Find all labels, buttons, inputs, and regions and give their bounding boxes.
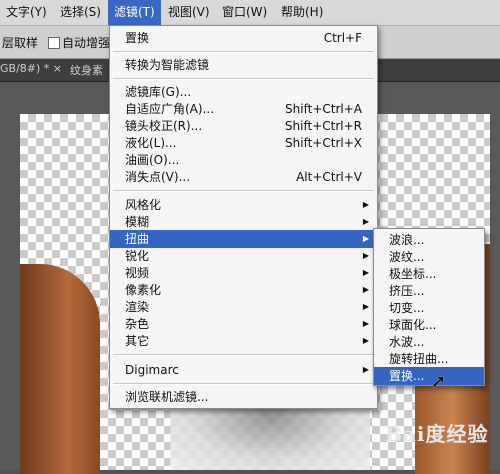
menu-item-label: 滤镜库(G)... [125, 85, 192, 99]
submenu-arrow-icon: ▶ [362, 234, 369, 243]
menu-view[interactable]: 视图(V) [162, 0, 216, 25]
menu-item-other[interactable]: 其它 ▶ [110, 332, 377, 350]
submenu-item-wave[interactable]: 波浪... [374, 231, 484, 249]
menu-item-lens-correction[interactable]: 镜头校正(R)... Shift+Ctrl+R [110, 117, 377, 135]
sample-layers-label[interactable]: 层取样 [2, 34, 38, 51]
menu-item-label: 镜头校正(R)... [125, 119, 203, 133]
menu-item-shortcut: Alt+Ctrl+V [296, 170, 362, 184]
menu-item-stylize[interactable]: 风格化 ▶ [110, 196, 377, 214]
menu-item-label: 自适应广角(A)... [125, 102, 215, 116]
menu-item-label: 风格化 [125, 198, 162, 212]
submenu-item-label: 水波... [389, 335, 425, 349]
submenu-arrow-icon: ▶ [362, 251, 369, 260]
menu-item-label: Digimarc [125, 363, 179, 377]
menu-item-shortcut: Shift+Ctrl+A [285, 102, 362, 116]
submenu-item-label: 波浪... [389, 233, 425, 247]
menu-item-label: 模糊 [125, 215, 150, 229]
menu-item-render[interactable]: 渲染 ▶ [110, 298, 377, 316]
arm-image-left [20, 264, 100, 474]
submenu-item-spherize[interactable]: 球面化... [374, 316, 484, 334]
menu-item-liquify[interactable]: 液化(L)... Shift+Ctrl+X [110, 134, 377, 152]
submenu-arrow-icon: ▶ [362, 268, 369, 277]
submenu-item-label: 极坐标... [389, 267, 437, 281]
submenu-arrow-icon: ▶ [362, 200, 369, 209]
menu-item-label: 杂色 [125, 317, 150, 331]
submenu-item-ripple[interactable]: 波纹... [374, 248, 484, 266]
menu-item-label: 液化(L)... [125, 136, 177, 150]
auto-enhance-checkbox[interactable] [48, 37, 60, 49]
menu-item-label: 消失点(V)... [125, 170, 191, 184]
submenu-item-polar-coordinates[interactable]: 极坐标... [374, 265, 484, 283]
submenu-arrow-icon: ▶ [362, 217, 369, 226]
menu-item-vanishing-point[interactable]: 消失点(V)... Alt+Ctrl+V [110, 168, 377, 186]
menu-item-label: 油画(O)... [125, 153, 180, 167]
submenu-item-shear[interactable]: 切变... [374, 299, 484, 317]
menubar: 文字(Y) 选择(S) 滤镜(T) 视图(V) 窗口(W) 帮助(H) [0, 0, 500, 26]
menu-item-label: 像素化 [125, 283, 162, 297]
submenu-item-twirl[interactable]: 旋转扭曲... [374, 350, 484, 368]
menu-item-sharpen[interactable]: 锐化 ▶ [110, 247, 377, 265]
menu-separator [113, 51, 374, 53]
menu-filter[interactable]: 滤镜(T) [108, 0, 161, 25]
menu-text[interactable]: 文字(Y) [0, 0, 53, 25]
menu-separator [113, 190, 374, 192]
submenu-item-zigzag[interactable]: 水波... [374, 333, 484, 351]
menu-separator [113, 78, 374, 80]
menu-item-pixelate[interactable]: 像素化 ▶ [110, 281, 377, 299]
distort-submenu: 波浪... 波纹... 极坐标... 挤压... 切变... 球面化... 水波… [373, 228, 485, 386]
menu-window[interactable]: 窗口(W) [216, 0, 273, 25]
menu-item-label: 浏览联机滤镜... [125, 390, 209, 404]
menu-item-shortcut: Shift+Ctrl+R [284, 119, 362, 133]
menu-item-filter-gallery[interactable]: 滤镜库(G)... [110, 83, 377, 101]
submenu-arrow-icon: ▶ [362, 336, 369, 345]
doc-tab[interactable]: GB/8#) * × [0, 62, 62, 75]
menu-item-video[interactable]: 视频 ▶ [110, 264, 377, 282]
auto-enhance-label: 自动增强 [62, 36, 111, 50]
submenu-arrow-icon: ▶ [362, 302, 369, 311]
menu-item-distort[interactable]: 扭曲 ▶ [110, 230, 377, 248]
submenu-arrow-icon: ▶ [362, 285, 369, 294]
menu-item-shortcut: Shift+Ctrl+X [285, 136, 362, 150]
menu-item-label: 渲染 [125, 300, 150, 314]
submenu-item-pinch[interactable]: 挤压... [374, 282, 484, 300]
menu-separator [113, 383, 374, 385]
submenu-arrow-icon: ▶ [362, 319, 369, 328]
menu-item-browse-online-filters[interactable]: 浏览联机滤镜... [110, 388, 377, 406]
menu-item-adaptive-wide-angle[interactable]: 自适应广角(A)... Shift+Ctrl+A [110, 100, 377, 118]
menu-item-label: 扭曲 [125, 232, 150, 246]
menu-item-label: 置换 [125, 31, 150, 45]
submenu-item-label: 挤压... [389, 284, 425, 298]
menu-item-shortcut: Ctrl+F [323, 31, 362, 45]
filter-menu: 置换 Ctrl+F 转换为智能滤镜 滤镜库(G)... 自适应广角(A)... … [109, 25, 378, 409]
submenu-item-label: 置换... [389, 369, 425, 383]
menu-item-label: 锐化 [125, 249, 150, 263]
menu-item-digimarc[interactable]: Digimarc ▶ [110, 361, 377, 379]
menu-item-oil-paint[interactable]: 油画(O)... [110, 151, 377, 169]
menu-item-noise[interactable]: 杂色 ▶ [110, 315, 377, 333]
submenu-item-displace[interactable]: 置换... [374, 367, 484, 385]
menu-item-label: 视频 [125, 266, 150, 280]
menu-item-last-filter[interactable]: 置换 Ctrl+F [110, 29, 377, 47]
watermark-logo: Bai度经验 [385, 422, 489, 446]
menu-item-convert-smart-filter[interactable]: 转换为智能滤镜 [110, 56, 377, 74]
doc-tab-2[interactable]: 纹身素 [70, 62, 103, 78]
menu-item-label: 其它 [125, 334, 150, 348]
menu-select[interactable]: 选择(S) [54, 0, 107, 25]
submenu-arrow-icon: ▶ [362, 365, 369, 374]
menu-item-label: 转换为智能滤镜 [125, 58, 210, 72]
submenu-item-label: 旋转扭曲... [389, 352, 449, 366]
menu-help[interactable]: 帮助(H) [275, 0, 329, 25]
submenu-item-label: 球面化... [389, 318, 437, 332]
menu-separator [113, 354, 374, 356]
menu-item-blur[interactable]: 模糊 ▶ [110, 213, 377, 231]
submenu-item-label: 波纹... [389, 250, 425, 264]
submenu-item-label: 切变... [389, 301, 425, 315]
arrow-cursor-icon: ➚ [431, 371, 447, 392]
